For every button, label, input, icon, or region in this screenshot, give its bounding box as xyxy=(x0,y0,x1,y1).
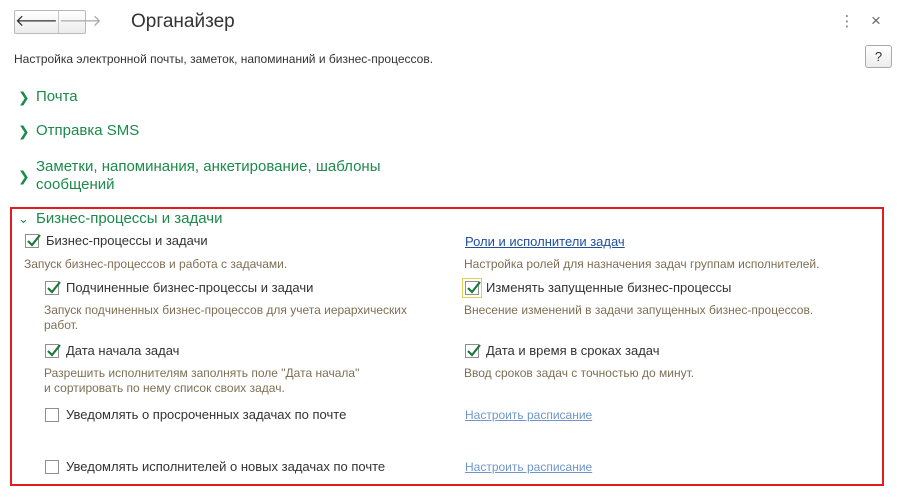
checkbox-unchecked-icon[interactable] xyxy=(45,407,59,422)
back-arrow-icon[interactable]: 🡐 xyxy=(15,11,58,33)
datetime-checkbox[interactable]: Дата и время в сроках задач xyxy=(465,343,660,358)
change-running-bp-checkbox[interactable]: Изменять запущенные бизнес-процессы xyxy=(462,277,732,298)
new-task-notify-checkbox[interactable]: Уведомлять исполнителей о новых задачах … xyxy=(45,459,385,474)
section-sms-label: Отправка SMS xyxy=(36,122,140,139)
start-date-checkbox[interactable]: Дата начала задач xyxy=(45,343,179,358)
bp-main-checkbox[interactable]: Бизнес-процессы и задачи xyxy=(25,233,208,248)
forward-arrow-icon[interactable]: 🡒 xyxy=(57,11,102,33)
checkbox-unchecked-icon[interactable] xyxy=(45,459,59,474)
datetime-description: Ввод сроков задач с точностью до минут. xyxy=(464,366,695,380)
datetime-label: Дата и время в сроках задач xyxy=(486,343,660,358)
more-options-icon[interactable]: ⋮ xyxy=(840,10,855,32)
checkbox-checked-icon[interactable] xyxy=(25,233,41,248)
start-date-description-line2: и сортировать по нему список своих задач… xyxy=(44,381,285,395)
close-icon[interactable]: × xyxy=(869,10,883,32)
bp-main-description: Запуск бизнес-процессов и работа с задач… xyxy=(24,257,288,271)
sub-bp-label: Подчиненные бизнес-процессы и задачи xyxy=(66,280,314,295)
start-date-label: Дата начала задач xyxy=(66,343,180,358)
section-notes-label-line2: сообщений xyxy=(36,176,115,193)
section-business-processes[interactable]: ⌄ Бизнес-процессы и задачи xyxy=(18,210,222,228)
roles-description: Настройка ролей для назначения задач гру… xyxy=(464,257,820,271)
sub-bp-checkbox[interactable]: Подчиненные бизнес-процессы и задачи xyxy=(45,280,313,295)
navigation-buttons: 🡐 🡒 xyxy=(14,10,102,34)
overdue-notify-checkbox[interactable]: Уведомлять о просроченных задачах по поч… xyxy=(45,407,346,422)
roles-link[interactable]: Роли и исполнители задач xyxy=(465,234,625,249)
bp-main-label: Бизнес-процессы и задачи xyxy=(46,233,208,248)
section-notes[interactable]: ❯ Заметки, напоминания, анкетирование, ш… xyxy=(18,158,380,194)
checkbox-checked-icon[interactable] xyxy=(45,280,61,295)
chevron-right-icon: ❯ xyxy=(18,89,30,105)
checkbox-checked-icon[interactable] xyxy=(45,343,61,358)
section-sms[interactable]: ❯ Отправка SMS xyxy=(18,122,139,140)
section-mail-label: Почта xyxy=(36,88,78,105)
window-title: Органайзер xyxy=(131,11,235,32)
change-running-bp-label: Изменять запущенные бизнес-процессы xyxy=(486,280,732,295)
sub-bp-description-line1: Запуск подчиненных бизнес-процессов для … xyxy=(44,303,407,317)
chevron-right-icon: ❯ xyxy=(18,168,30,184)
page-subtitle: Настройка электронной почты, заметок, на… xyxy=(14,52,434,66)
section-notes-label: Заметки, напоминания, анкетирование, шаб… xyxy=(36,158,380,194)
section-bp-label: Бизнес-процессы и задачи xyxy=(36,210,223,227)
checkbox-checked-icon[interactable] xyxy=(465,343,481,358)
checkbox-checked-icon[interactable] xyxy=(462,277,482,298)
start-date-description-line1: Разрешить исполнителям заполнять поле "Д… xyxy=(44,366,360,380)
sub-bp-description-line2: работ. xyxy=(44,318,79,332)
help-button[interactable]: ? xyxy=(865,45,892,68)
schedule-link-new-tasks[interactable]: Настроить расписание xyxy=(465,460,592,474)
change-running-bp-description: Внесение изменений в задачи запущенных б… xyxy=(464,303,814,317)
section-mail[interactable]: ❯ Почта xyxy=(18,88,78,106)
chevron-down-icon: ⌄ xyxy=(18,211,29,226)
schedule-link-overdue[interactable]: Настроить расписание xyxy=(465,408,592,422)
chevron-right-icon: ❯ xyxy=(18,123,30,139)
sub-bp-description: Запуск подчиненных бизнес-процессов для … xyxy=(44,303,407,333)
new-task-notify-label: Уведомлять исполнителей о новых задачах … xyxy=(66,459,386,474)
overdue-notify-label: Уведомлять о просроченных задачах по поч… xyxy=(66,407,347,422)
start-date-description: Разрешить исполнителям заполнять поле "Д… xyxy=(44,366,359,396)
section-notes-label-line1: Заметки, напоминания, анкетирование, шаб… xyxy=(36,158,381,175)
